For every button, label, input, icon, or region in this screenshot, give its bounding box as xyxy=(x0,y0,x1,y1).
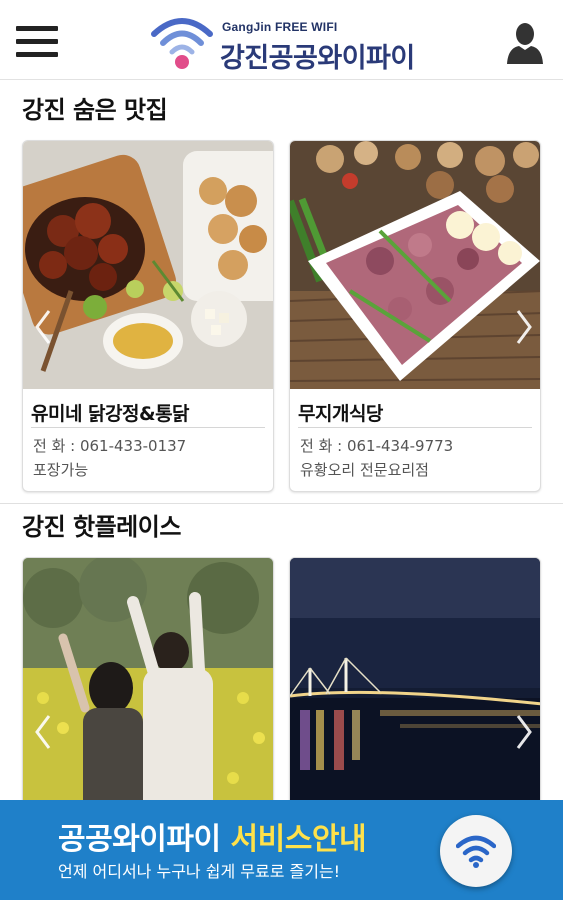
restaurant-description: 유황오리 전문요리점 xyxy=(300,461,429,479)
hamburger-menu-icon[interactable] xyxy=(16,26,58,60)
card-divider xyxy=(31,427,265,428)
section-divider xyxy=(0,503,563,504)
fried-chicken-photo xyxy=(23,141,273,389)
wifi-service-button[interactable] xyxy=(440,815,512,887)
wifi-logo-icon xyxy=(151,18,213,69)
bridge-night-view-photo xyxy=(290,558,540,816)
couple-in-canola-field-photo xyxy=(23,558,273,816)
card-divider xyxy=(298,427,532,428)
app-logo[interactable]: GangJin FREE WIFI 강진공공와이파이 xyxy=(150,12,430,74)
app-header: GangJin FREE WIFI 강진공공와이파이 xyxy=(0,0,563,80)
carousel-next-arrow-icon[interactable] xyxy=(512,712,536,752)
banner-title-accent: 서비스안내 xyxy=(230,822,367,857)
logo-title: 강진공공와이파이 xyxy=(220,43,415,74)
section-title-hot-places: 강진 핫플레이스 xyxy=(22,513,181,541)
hot-place-card[interactable] xyxy=(289,557,541,817)
wifi-icon xyxy=(456,835,496,868)
restaurant-name: 무지개식당 xyxy=(298,403,383,425)
logo-subtitle: GangJin FREE WIFI xyxy=(222,20,338,34)
user-silhouette-icon[interactable] xyxy=(505,20,545,64)
restaurant-phone: 전 화 : 061-434-9773 xyxy=(300,437,454,455)
restaurant-name: 유미네 닭강정&통닭 xyxy=(31,403,190,425)
carousel-prev-arrow-icon[interactable] xyxy=(31,307,55,347)
banner-subtitle: 언제 어디서나 누구나 쉽게 무료로 즐기는! xyxy=(58,862,341,881)
duck-meat-platter-photo xyxy=(290,141,540,389)
restaurant-description: 포장가능 xyxy=(33,461,89,479)
hot-place-card[interactable] xyxy=(22,557,274,817)
section-title-hidden-restaurants: 강진 숨은 맛집 xyxy=(22,96,168,124)
banner-title-main: 공공와이파이 xyxy=(58,822,231,857)
restaurant-card[interactable]: 무지개식당 전 화 : 061-434-9773 유황오리 전문요리점 xyxy=(289,140,541,492)
carousel-prev-arrow-icon[interactable] xyxy=(31,712,55,752)
restaurant-phone: 전 화 : 061-433-0137 xyxy=(33,437,187,455)
banner-title: 공공와이파이 서비스안내 xyxy=(58,814,367,858)
carousel-next-arrow-icon[interactable] xyxy=(512,307,536,347)
restaurant-card[interactable]: 유미네 닭강정&통닭 전 화 : 061-433-0137 포장가능 xyxy=(22,140,274,492)
